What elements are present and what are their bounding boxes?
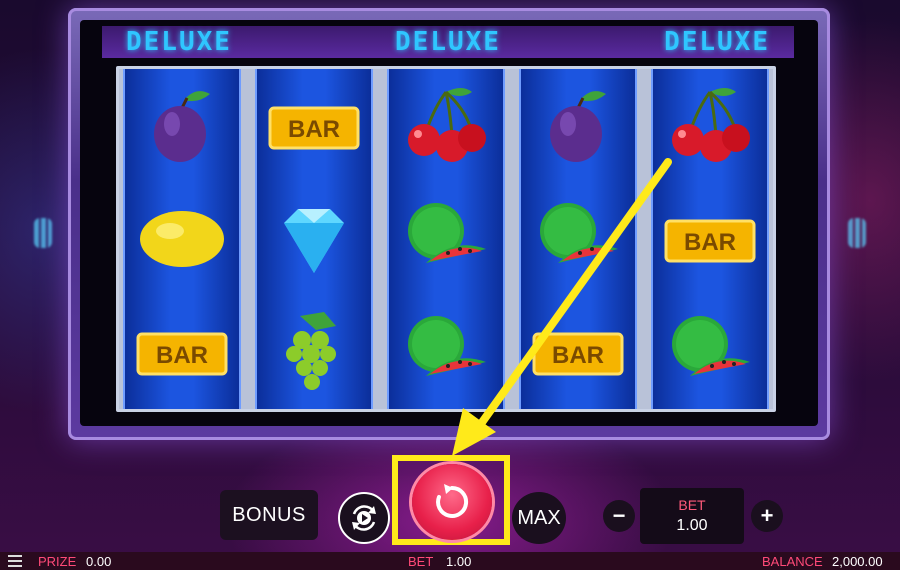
deluxe-banner: DELUXE DELUXE DELUXE [102, 26, 794, 58]
cherries-icon [396, 80, 496, 172]
banner-label: DELUXE [395, 27, 501, 57]
diamond-icon [264, 193, 364, 285]
plum-icon [132, 80, 232, 172]
bar-label: BAR [684, 229, 736, 256]
plum-icon [528, 80, 628, 172]
increase-bet-button[interactable]: + [751, 500, 783, 532]
bonus-button[interactable]: BONUS [220, 490, 318, 540]
grapes-icon [264, 306, 364, 398]
bar-label: BAR [552, 342, 604, 369]
status-bet-value: 1.00 [446, 554, 472, 569]
reel-4: BAR [519, 69, 637, 409]
reel-2: BAR [255, 69, 373, 409]
balance-label: BALANCE [762, 554, 823, 569]
menu-icon[interactable] [8, 555, 22, 567]
reel-area: BAR BAR BAR BAR [116, 66, 776, 412]
status-bar: PRIZE 0.00 BET 1.00 BALANCE 2,000.00 [0, 552, 900, 570]
prize-label: PRIZE [38, 554, 77, 569]
autoplay-icon [352, 505, 376, 531]
reel-5: BAR [651, 69, 769, 409]
cherries-icon [660, 80, 760, 172]
watermelon-icon [528, 193, 628, 285]
banner-label: DELUXE [126, 27, 232, 57]
bar-label: BAR [156, 342, 208, 369]
autoplay-button[interactable] [338, 492, 390, 544]
prize-value: 0.00 [86, 554, 112, 569]
max-bet-button[interactable]: MAX [512, 492, 566, 544]
bar-icon: BAR [132, 306, 232, 398]
watermelon-icon [396, 193, 496, 285]
decrease-bet-button[interactable]: − [603, 500, 635, 532]
lemon-icon [132, 193, 232, 285]
banner-label: DELUXE [664, 27, 770, 57]
bet-label: BET [678, 497, 706, 513]
bar-icon: BAR [528, 306, 628, 398]
watermelon-icon [396, 306, 496, 398]
balance-value: 2,000.00 [832, 554, 883, 569]
spin-button[interactable] [412, 464, 492, 540]
left-light-decoration [34, 218, 52, 248]
refresh-icon [436, 484, 469, 518]
reel-3 [387, 69, 505, 409]
status-bet-label: BET [408, 554, 434, 569]
bar-label: BAR [288, 116, 340, 143]
bar-icon: BAR [264, 80, 364, 172]
bet-value: 1.00 [676, 517, 708, 534]
reel-1: BAR [123, 69, 241, 409]
watermelon-icon [660, 306, 760, 398]
bar-icon: BAR [660, 193, 760, 285]
right-light-decoration [848, 218, 866, 248]
bet-display: BET 1.00 [640, 488, 744, 544]
